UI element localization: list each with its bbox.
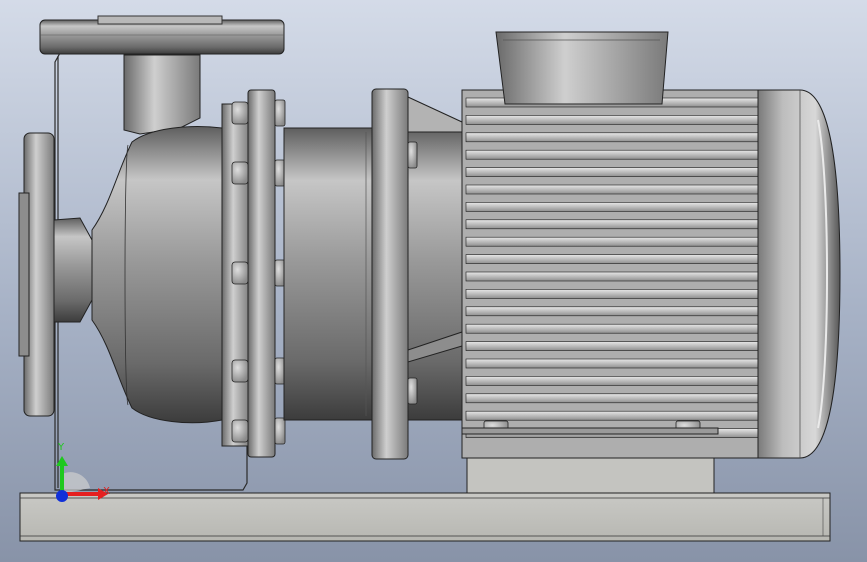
cooling-fin: [465, 202, 759, 212]
cooling-fin: [465, 254, 759, 264]
bearing-housing[interactable]: [283, 127, 375, 421]
cooling-fin: [465, 132, 759, 143]
electric-motor[interactable]: [461, 89, 841, 459]
volute-casing[interactable]: [91, 126, 223, 424]
terminal-box[interactable]: [495, 31, 669, 105]
cooling-fin: [465, 115, 759, 125]
axis-y-label: Y: [58, 442, 65, 453]
adapter-flange[interactable]: [371, 88, 409, 460]
cooling-fin: [465, 393, 759, 404]
motor-foot[interactable]: [461, 427, 719, 435]
cooling-fin: [465, 219, 759, 230]
cover-flange[interactable]: [247, 89, 276, 458]
cooling-fin: [465, 184, 759, 195]
cooling-fin: [465, 358, 759, 369]
cooling-fin: [465, 323, 759, 334]
cad-viewport[interactable]: X Y: [0, 0, 867, 562]
cooling-fin: [465, 410, 759, 421]
cooling-fin: [465, 149, 759, 160]
cooling-fin: [465, 376, 759, 386]
cooling-fin: [465, 289, 759, 299]
cooling-fin: [465, 236, 759, 247]
cooling-fin: [465, 306, 759, 317]
adapter-lantern[interactable]: [407, 127, 465, 421]
cooling-fin: [465, 271, 759, 282]
axis-x-label: X: [103, 486, 110, 497]
cooling-fin: [465, 341, 759, 351]
cooling-fin: [465, 167, 759, 177]
